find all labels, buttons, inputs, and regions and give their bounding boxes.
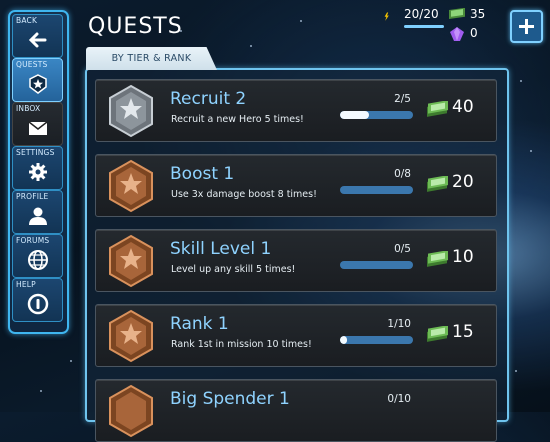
quest-reward: 10 [452, 247, 474, 267]
cash-stack-icon [427, 326, 448, 342]
quest-reward: 15 [452, 322, 474, 342]
back-arrow-icon [28, 32, 47, 48]
sidebar-item-profile[interactable]: PROFILE [12, 190, 63, 234]
sidebar-item-settings[interactable]: SETTINGS [12, 146, 63, 190]
quest-progress-text: 2/5 [394, 93, 411, 105]
sidebar-item-label: BACK [16, 16, 38, 25]
quest-progress-text: 0/5 [394, 243, 411, 255]
sidebar-item-label: FORUMS [16, 236, 50, 245]
quest-reward: 20 [452, 172, 474, 192]
quest-badge-icon [29, 74, 47, 94]
gem-value: 0 [470, 26, 478, 40]
quest-description: Use 3x damage boost 8 times! [171, 189, 317, 200]
globe-icon [28, 250, 48, 270]
sidebar-item-label: QUESTS [16, 60, 48, 69]
tab-by-tier-rank[interactable]: BY TIER & RANK [86, 47, 217, 70]
quest-row[interactable]: Skill Level 1 Level up any skill 5 times… [95, 229, 497, 292]
quest-description: Recruit a new Hero 5 times! [171, 114, 304, 125]
silver-star-badge-icon [109, 84, 153, 138]
bronze-star-badge-icon [109, 309, 153, 363]
info-icon [27, 293, 49, 315]
add-currency-button[interactable] [510, 10, 543, 43]
sidebar-item-forums[interactable]: FORUMS [12, 234, 63, 278]
quest-name: Skill Level 1 [170, 239, 272, 259]
energy-bar [404, 25, 444, 28]
quest-row[interactable]: Rank 1 Rank 1st in mission 10 times! 1/1… [95, 304, 497, 367]
bronze-star-badge-icon [109, 384, 153, 438]
quest-name: Boost 1 [170, 164, 235, 184]
gear-icon [29, 163, 47, 181]
sidebar-item-back[interactable]: BACK [12, 14, 63, 58]
cash-stack-icon [427, 176, 448, 192]
quest-name: Recruit 2 [170, 89, 247, 109]
quest-progress-bar [340, 186, 413, 194]
bronze-star-badge-icon [109, 234, 153, 288]
quest-reward: 40 [452, 97, 474, 117]
sidebar-item-label: HELP [16, 280, 36, 289]
sidebar-item-label: PROFILE [16, 192, 49, 201]
sidebar-item-help[interactable]: HELP [12, 278, 63, 322]
sidebar-item-quests[interactable]: QUESTS [12, 58, 63, 102]
quest-row[interactable]: Boost 1 Use 3x damage boost 8 times! 0/8… [95, 154, 497, 217]
sidebar-item-label: SETTINGS [16, 148, 55, 157]
quest-progress-bar [340, 336, 413, 344]
person-icon [29, 207, 47, 225]
quest-progress-bar [340, 111, 413, 119]
quest-progress-bar [340, 261, 413, 269]
cash-icon [449, 8, 465, 19]
lightning-icon [384, 12, 389, 21]
quest-name: Rank 1 [170, 314, 229, 334]
quest-description: Level up any skill 5 times! [171, 264, 296, 275]
sidebar-nav: BACK QUESTS INBOX SETTINGS PROFILE FORUM… [8, 10, 69, 334]
quest-progress-text: 1/10 [387, 318, 411, 330]
cash-value: 35 [470, 7, 486, 21]
envelope-icon [28, 121, 48, 135]
quest-description: Rank 1st in mission 10 times! [171, 339, 312, 350]
cash-stack-icon [427, 101, 448, 117]
quest-row[interactable]: Recruit 2 Recruit a new Hero 5 times! 2/… [95, 79, 497, 142]
sidebar-item-label: INBOX [16, 104, 41, 113]
sidebar-item-inbox[interactable]: INBOX [12, 102, 63, 146]
bronze-star-badge-icon [109, 159, 153, 213]
quest-row[interactable]: Big Spender 1 0/10 [95, 379, 497, 442]
gem-icon [450, 27, 464, 41]
quest-name: Big Spender 1 [170, 389, 290, 409]
quest-progress-text: 0/8 [394, 168, 411, 180]
energy-value: 20/20 [404, 7, 439, 21]
cash-stack-icon [427, 251, 448, 267]
quest-progress-text: 0/10 [387, 393, 411, 405]
page-title: QUESTS [88, 14, 183, 39]
